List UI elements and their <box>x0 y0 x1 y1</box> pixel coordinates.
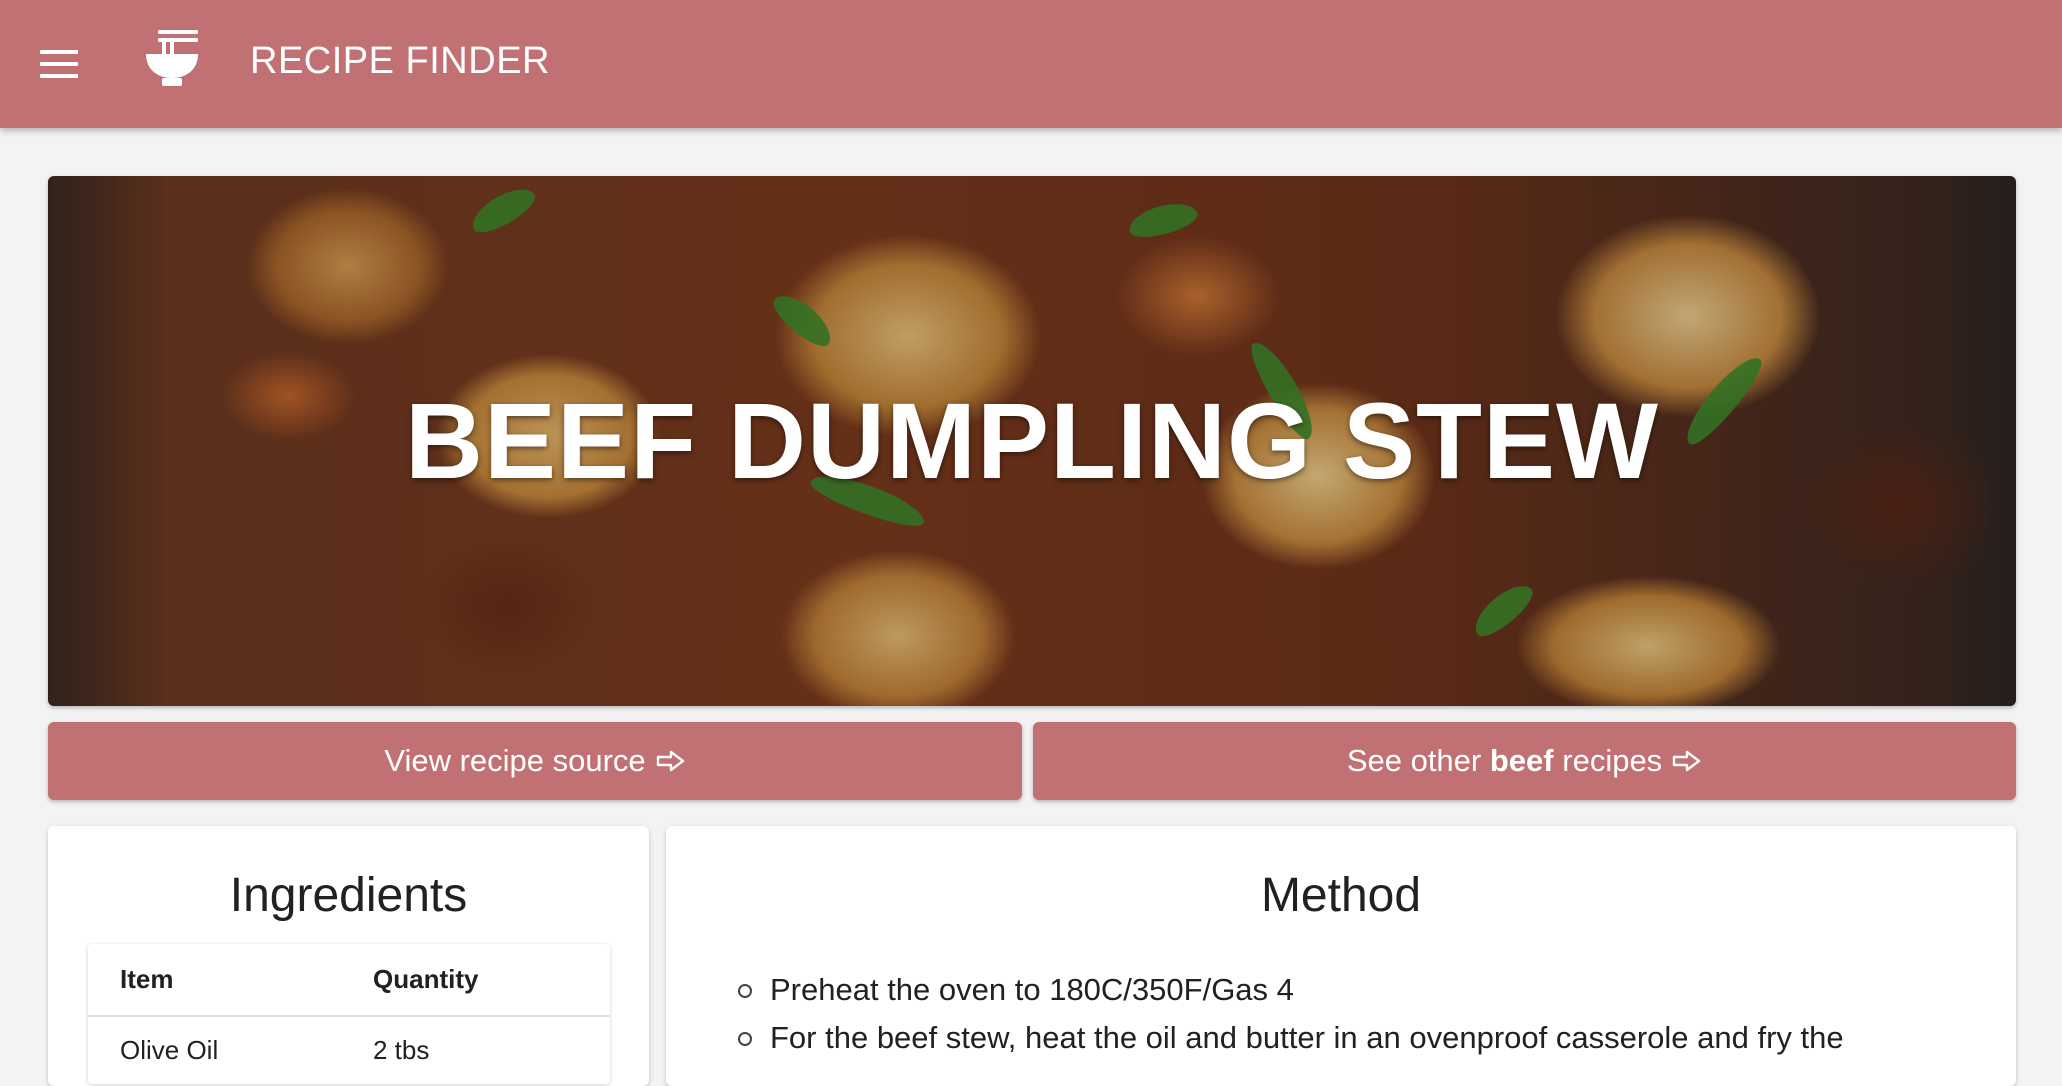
see-other-suffix: recipes <box>1562 743 1663 778</box>
noodle-bowl-icon <box>146 30 198 86</box>
list-item: For the beef stew, heat the oil and butt… <box>738 1014 1988 1062</box>
method-card: Method Preheat the oven to 180C/350F/Gas… <box>666 826 2016 1086</box>
ingredient-quantity: 2 tbs <box>373 1035 430 1065</box>
see-other-category-recipes-button[interactable]: See other beef recipes <box>1033 722 2016 800</box>
recipe-title: BEEF DUMPLING STEW <box>405 380 1659 501</box>
recipe-category: beef <box>1489 743 1554 778</box>
ingredient-item: Olive Oil <box>120 1035 219 1065</box>
ingredients-card: Ingredients Item Quantity Olive Oil 2 tb… <box>48 826 649 1086</box>
list-item: Preheat the oven to 180C/350F/Gas 4 <box>738 966 1988 1014</box>
ingredients-table: Item Quantity Olive Oil 2 tbs <box>88 944 610 1084</box>
table-row: Olive Oil 2 tbs <box>88 1016 610 1084</box>
view-recipe-source-label: View recipe source <box>384 743 646 778</box>
app-bar: RECIPE FINDER <box>0 0 2062 128</box>
hamburger-menu-icon[interactable] <box>40 44 88 84</box>
ingredients-heading: Ingredients <box>229 869 468 922</box>
column-header-quantity: Quantity <box>341 944 610 1017</box>
recipe-hero-image: BEEF DUMPLING STEW <box>48 176 2016 706</box>
table-header-row: Item Quantity <box>88 944 610 1017</box>
method-steps-list: Preheat the oven to 180C/350F/Gas 4 For … <box>738 966 1988 1062</box>
see-other-prefix: See other <box>1346 743 1482 778</box>
column-header-item: Item <box>88 944 341 1017</box>
app-title: RECIPE FINDER <box>250 40 550 82</box>
view-recipe-source-button[interactable]: View recipe source <box>48 722 1022 800</box>
arrow-right-outline-icon <box>1672 750 1701 772</box>
method-heading: Method <box>1260 869 1422 922</box>
arrow-right-outline-icon <box>656 750 684 772</box>
